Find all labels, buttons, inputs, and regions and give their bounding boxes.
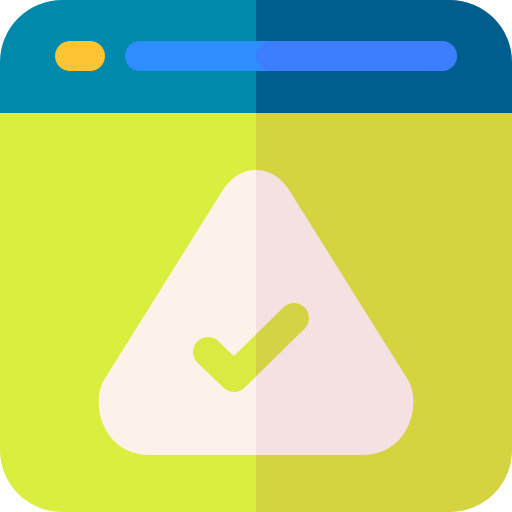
window-control-dot <box>55 41 105 71</box>
icon-canvas <box>0 0 512 512</box>
address-bar <box>125 41 457 71</box>
browser-window-warning-check-icon <box>0 0 512 512</box>
